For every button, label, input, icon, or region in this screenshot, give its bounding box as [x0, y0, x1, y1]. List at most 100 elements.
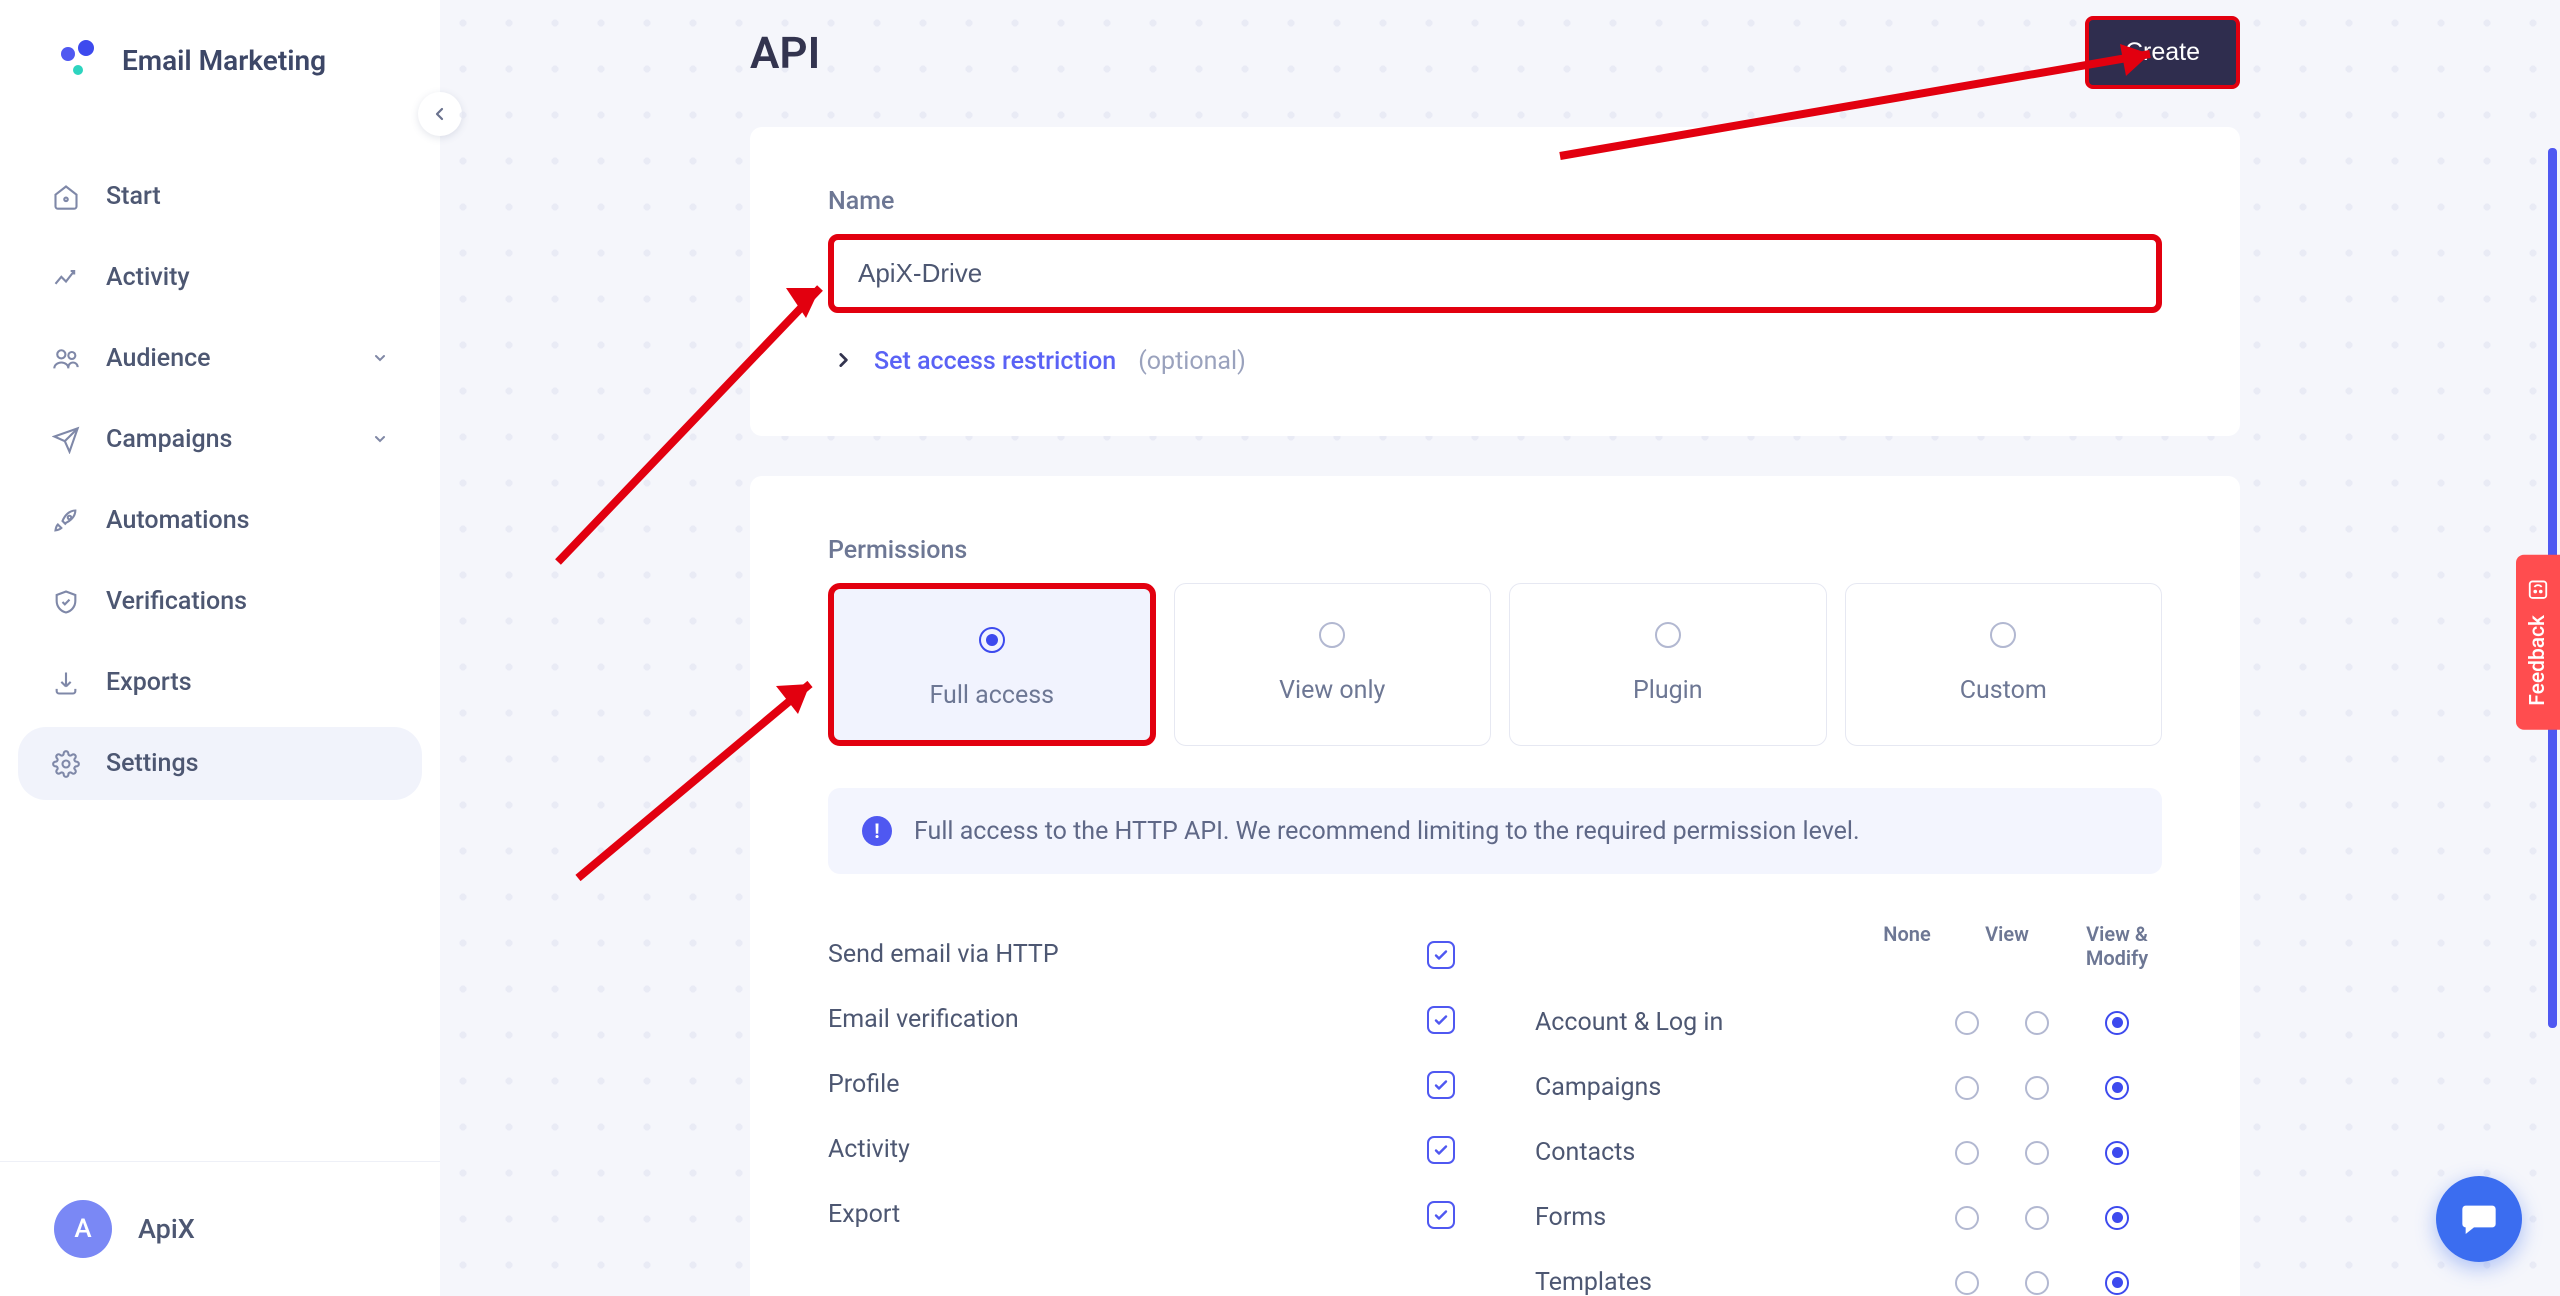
checkbox-profile[interactable]: [1427, 1071, 1455, 1099]
row-label: Activity: [828, 1135, 1427, 1164]
radio-account-none[interactable]: [1955, 1011, 1979, 1035]
sidebar-item-exports[interactable]: Exports: [18, 646, 422, 719]
permission-tile-full-access[interactable]: Full access: [828, 583, 1156, 746]
send-icon: [52, 426, 80, 454]
access-restriction-link[interactable]: Set access restriction: [874, 347, 1116, 376]
sidebar-item-verifications[interactable]: Verifications: [18, 565, 422, 638]
radio-headers: None View View & Modify: [1535, 922, 2162, 970]
sidebar-item-label: Verifications: [106, 587, 247, 616]
page-title: API: [750, 27, 820, 79]
info-text: Full access to the HTTP API. We recommen…: [914, 817, 1860, 846]
row-label: Export: [828, 1200, 1427, 1229]
checkbox-send-email[interactable]: [1427, 941, 1455, 969]
radio-campaigns-modify[interactable]: [2105, 1076, 2129, 1100]
name-input[interactable]: [828, 234, 2162, 313]
checkbox-row: Profile: [828, 1052, 1455, 1117]
radio-campaigns-none[interactable]: [1955, 1076, 1979, 1100]
sidebar-item-label: Activity: [106, 263, 190, 292]
checkbox-row: Activity: [828, 1117, 1455, 1182]
radio-forms-none[interactable]: [1955, 1206, 1979, 1230]
radio-account-view[interactable]: [2025, 1011, 2049, 1035]
info-icon: !: [862, 816, 892, 846]
shield-check-icon: [52, 588, 80, 616]
sidebar-item-activity[interactable]: Activity: [18, 241, 422, 314]
permissions-info: ! Full access to the HTTP API. We recomm…: [828, 788, 2162, 874]
optional-label: (optional): [1138, 347, 1246, 376]
chat-button[interactable]: [2436, 1176, 2522, 1262]
brand-title: Email Marketing: [122, 44, 326, 77]
radio-row: Templates: [1535, 1250, 2162, 1296]
checkbox-row: Email verification: [828, 987, 1455, 1052]
user-name: ApiX: [138, 1213, 195, 1245]
row-label: Contacts: [1535, 1138, 1932, 1167]
checkbox-activity[interactable]: [1427, 1136, 1455, 1164]
radio-forms-view[interactable]: [2025, 1206, 2049, 1230]
header-none: None: [1872, 922, 1942, 970]
permission-tile-plugin[interactable]: Plugin: [1509, 583, 1827, 746]
radio-templates-modify[interactable]: [2105, 1271, 2129, 1295]
chevron-down-icon: [372, 344, 388, 373]
chart-icon: [52, 264, 80, 292]
radio-contacts-modify[interactable]: [2105, 1141, 2129, 1165]
radio-column: None View View & Modify Account & Log in…: [1535, 922, 2162, 1296]
radio-forms-modify[interactable]: [2105, 1206, 2129, 1230]
row-label: Forms: [1535, 1203, 1932, 1232]
checkbox-email-verification[interactable]: [1427, 1006, 1455, 1034]
radio-icon: [1990, 622, 2016, 648]
sidebar-item-label: Automations: [106, 506, 250, 535]
radio-icon: [979, 627, 1005, 653]
sidebar-item-label: Exports: [106, 668, 192, 697]
row-label: Send email via HTTP: [828, 940, 1427, 969]
sidebar-item-label: Start: [106, 182, 161, 211]
radio-row: Forms: [1535, 1185, 2162, 1250]
radio-contacts-view[interactable]: [2025, 1141, 2049, 1165]
chevron-right-icon: [834, 351, 852, 373]
radio-row: Account & Log in: [1535, 990, 2162, 1055]
feedback-tab[interactable]: Feedback: [2516, 555, 2560, 730]
user-footer[interactable]: A ApiX: [0, 1161, 440, 1296]
chevron-down-icon: [372, 425, 388, 454]
radio-row: Campaigns: [1535, 1055, 2162, 1120]
primary-nav: Start Activity Audience: [0, 120, 440, 840]
sidebar: Email Marketing Start Activity: [0, 0, 440, 1296]
checkbox-export[interactable]: [1427, 1201, 1455, 1229]
checkbox-row: Send email via HTTP: [828, 922, 1455, 987]
sidebar-item-campaigns[interactable]: Campaigns: [18, 403, 422, 476]
radio-templates-view[interactable]: [2025, 1271, 2049, 1295]
avatar: A: [54, 1200, 112, 1258]
permission-tile-custom[interactable]: Custom: [1845, 583, 2163, 746]
name-label: Name: [828, 187, 2162, 216]
radio-campaigns-view[interactable]: [2025, 1076, 2049, 1100]
sidebar-item-label: Campaigns: [106, 425, 232, 454]
radio-account-modify[interactable]: [2105, 1011, 2129, 1035]
row-label: Account & Log in: [1535, 1008, 1932, 1037]
permission-label: View only: [1279, 676, 1385, 705]
radio-row: Contacts: [1535, 1120, 2162, 1185]
smile-icon: [2526, 579, 2550, 601]
sidebar-item-settings[interactable]: Settings: [18, 727, 422, 800]
create-button[interactable]: Create: [2085, 16, 2240, 89]
feedback-label: Feedback: [2526, 615, 2550, 706]
row-label: Profile: [828, 1070, 1427, 1099]
download-icon: [52, 669, 80, 697]
permission-label: Plugin: [1633, 676, 1703, 705]
sidebar-item-start[interactable]: Start: [18, 160, 422, 233]
radio-contacts-none[interactable]: [1955, 1141, 1979, 1165]
home-icon: [52, 183, 80, 211]
radio-templates-none[interactable]: [1955, 1271, 1979, 1295]
row-label: Campaigns: [1535, 1073, 1932, 1102]
name-card: Name Set access restriction (optional): [750, 127, 2240, 436]
permissions-label: Permissions: [828, 536, 2162, 565]
gear-icon: [52, 750, 80, 778]
row-label: Templates: [1535, 1268, 1932, 1296]
brand-logo-icon: [54, 36, 102, 84]
permission-tile-view-only[interactable]: View only: [1174, 583, 1492, 746]
row-label: Email verification: [828, 1005, 1427, 1034]
sidebar-item-automations[interactable]: Automations: [18, 484, 422, 557]
radio-icon: [1655, 622, 1681, 648]
main: API Create Name Set access restriction (…: [440, 0, 2560, 1296]
sidebar-item-audience[interactable]: Audience: [18, 322, 422, 395]
header-view-modify: View & Modify: [2072, 922, 2162, 970]
header-view: View: [1972, 922, 2042, 970]
sidebar-item-label: Audience: [106, 344, 211, 373]
